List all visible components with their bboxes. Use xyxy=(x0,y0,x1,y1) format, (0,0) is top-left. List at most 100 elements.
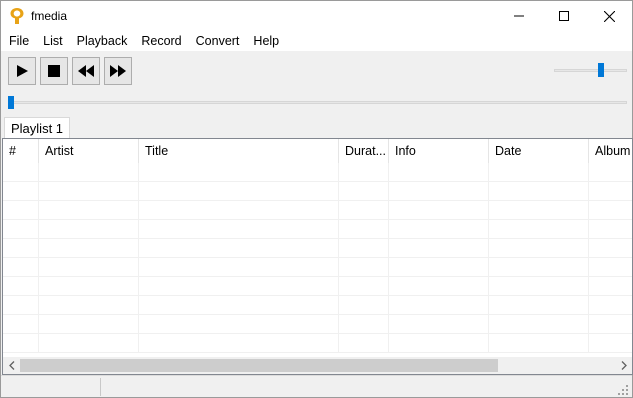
table-cell xyxy=(339,296,389,315)
table-row xyxy=(3,201,632,220)
table-cell xyxy=(489,182,589,201)
column-header-duration[interactable]: Durat... xyxy=(339,139,389,163)
table-cell xyxy=(3,239,39,258)
playlist-view[interactable]: # Artist Title Durat... Info Date Album xyxy=(2,138,633,375)
table-cell xyxy=(39,315,139,334)
table-cell xyxy=(139,315,339,334)
maximize-button[interactable] xyxy=(541,1,587,31)
playlist-rows xyxy=(3,163,632,353)
column-header-title[interactable]: Title xyxy=(139,139,339,163)
table-cell xyxy=(489,296,589,315)
table-cell xyxy=(389,296,489,315)
table-cell xyxy=(339,220,389,239)
close-button[interactable] xyxy=(586,1,632,31)
table-cell xyxy=(489,239,589,258)
table-cell xyxy=(139,277,339,296)
column-header-info[interactable]: Info xyxy=(389,139,489,163)
table-cell xyxy=(389,201,489,220)
table-cell xyxy=(39,277,139,296)
table-cell xyxy=(389,258,489,277)
close-icon xyxy=(603,10,615,22)
table-cell xyxy=(339,163,389,182)
table-cell xyxy=(39,182,139,201)
table-cell xyxy=(589,315,632,334)
table-cell xyxy=(389,220,489,239)
column-header-date[interactable]: Date xyxy=(489,139,589,163)
rewind-button[interactable] xyxy=(72,57,100,85)
table-cell xyxy=(39,239,139,258)
table-cell xyxy=(339,201,389,220)
menu-list[interactable]: List xyxy=(36,31,69,51)
chevron-left-icon xyxy=(8,361,14,370)
menu-record[interactable]: Record xyxy=(134,31,188,51)
table-cell xyxy=(339,334,389,353)
table-cell xyxy=(589,182,632,201)
status-pane-2 xyxy=(103,378,613,396)
table-cell xyxy=(3,315,39,334)
playlist-header: # Artist Title Durat... Info Date Album xyxy=(3,139,632,163)
table-cell xyxy=(589,163,632,182)
table-cell xyxy=(39,334,139,353)
table-row xyxy=(3,277,632,296)
table-cell xyxy=(489,258,589,277)
table-row xyxy=(3,182,632,201)
resize-grip-icon[interactable] xyxy=(617,384,629,396)
table-cell xyxy=(489,163,589,182)
status-bar xyxy=(1,375,632,397)
table-cell xyxy=(489,277,589,296)
table-cell xyxy=(339,239,389,258)
table-cell xyxy=(3,201,39,220)
table-cell xyxy=(489,220,589,239)
column-header-artist[interactable]: Artist xyxy=(39,139,139,163)
table-cell xyxy=(139,201,339,220)
fast-forward-icon xyxy=(110,65,126,77)
table-cell xyxy=(3,182,39,201)
stop-icon xyxy=(48,65,60,77)
menu-convert[interactable]: Convert xyxy=(189,31,247,51)
scrollbar-thumb[interactable] xyxy=(20,359,498,372)
maximize-icon xyxy=(559,11,569,21)
table-cell xyxy=(3,296,39,315)
table-cell xyxy=(139,334,339,353)
table-cell xyxy=(339,182,389,201)
table-row xyxy=(3,163,632,182)
table-cell xyxy=(3,163,39,182)
table-cell xyxy=(39,201,139,220)
menu-file[interactable]: File xyxy=(1,31,36,51)
table-cell xyxy=(389,277,489,296)
table-cell xyxy=(589,258,632,277)
table-cell xyxy=(389,334,489,353)
column-header-album[interactable]: Album xyxy=(589,139,632,163)
horizontal-scrollbar[interactable] xyxy=(3,357,632,374)
table-row xyxy=(3,315,632,334)
table-cell xyxy=(589,296,632,315)
tab-playlist-1[interactable]: Playlist 1 xyxy=(4,117,71,139)
table-cell xyxy=(589,277,632,296)
seek-slider-thumb[interactable] xyxy=(8,96,14,109)
table-row xyxy=(3,334,632,353)
play-icon xyxy=(17,65,28,77)
table-cell xyxy=(489,315,589,334)
table-cell xyxy=(589,201,632,220)
table-cell xyxy=(39,163,139,182)
table-cell xyxy=(489,201,589,220)
menu-help[interactable]: Help xyxy=(246,31,286,51)
table-cell xyxy=(139,182,339,201)
volume-slider-thumb[interactable] xyxy=(598,63,604,77)
minimize-button[interactable] xyxy=(496,1,542,31)
table-cell xyxy=(589,334,632,353)
volume-slider-track[interactable] xyxy=(554,69,627,72)
seek-slider-track[interactable] xyxy=(8,101,627,104)
fast-forward-button[interactable] xyxy=(104,57,132,85)
title-bar[interactable]: fmedia xyxy=(1,1,632,31)
column-header-number[interactable]: # xyxy=(3,139,39,163)
table-cell xyxy=(139,296,339,315)
table-row xyxy=(3,239,632,258)
table-cell xyxy=(339,277,389,296)
menu-playback[interactable]: Playback xyxy=(70,31,135,51)
play-button[interactable] xyxy=(8,57,36,85)
stop-button[interactable] xyxy=(40,57,68,85)
scroll-right-button[interactable] xyxy=(615,357,632,374)
scroll-left-button[interactable] xyxy=(3,357,20,374)
table-cell xyxy=(339,315,389,334)
